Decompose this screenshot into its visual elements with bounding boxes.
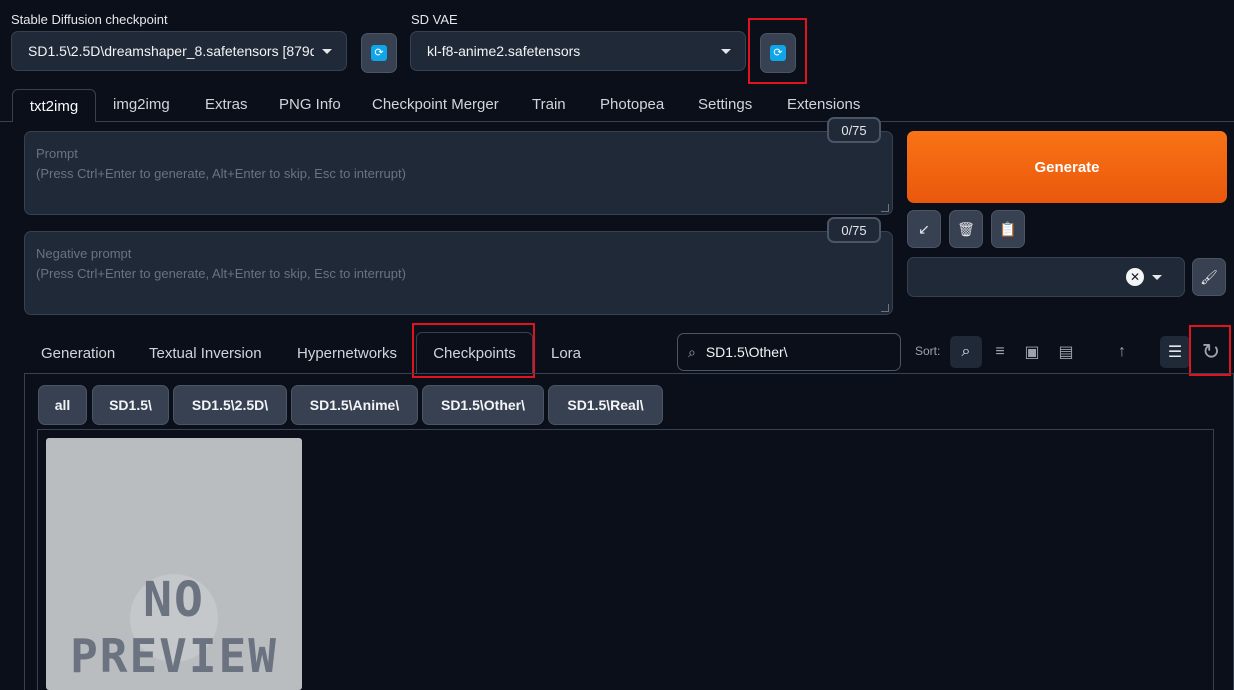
chevron-down-icon — [322, 48, 332, 54]
checkpoint-label: Stable Diffusion checkpoint — [11, 12, 168, 27]
vae-value: kl-f8-anime2.safetensors — [427, 43, 581, 59]
negative-prompt-placeholder-title: Negative prompt — [36, 246, 132, 261]
resize-handle-icon[interactable] — [881, 204, 889, 212]
checkpoint-dropdown[interactable]: SD1.5\2.5D\dreamshaper_8.safetensors [87… — [11, 31, 347, 71]
clipboard-icon: 📋 — [999, 220, 1017, 237]
clear-prompt-button[interactable]: 🗑 — [949, 210, 983, 248]
brush-icon: 🖌 — [1200, 268, 1218, 285]
chevron-down-icon — [721, 48, 731, 54]
vae-label: SD VAE — [411, 12, 458, 27]
tab-photopea[interactable]: Photopea — [600, 96, 664, 113]
checkpoint-value: SD1.5\2.5D\dreamshaper_8.safetensors [87… — [28, 43, 314, 59]
prompt-placeholder-hint: (Press Ctrl+Enter to generate, Alt+Enter… — [36, 166, 406, 181]
filter-sd15-2.5d-button[interactable]: SD1.5\2.5D\ — [173, 385, 287, 425]
filter-all-button[interactable]: all — [38, 385, 87, 425]
tab-settings[interactable]: Settings — [698, 96, 752, 113]
sort-label: Sort: — [915, 344, 941, 358]
refresh-icon[interactable]: ↻ — [1196, 336, 1226, 368]
apply-style-button[interactable]: 📋 — [991, 210, 1025, 248]
read-params-button[interactable]: ↙ — [907, 210, 941, 248]
tab-checkpoint-merger[interactable]: Checkpoint Merger — [372, 96, 499, 113]
chevron-down-icon — [1152, 274, 1162, 280]
tree-view-icon[interactable]: ☰ — [1160, 336, 1190, 368]
tab-textual-inversion[interactable]: Textual Inversion — [149, 345, 262, 362]
tab-png-info[interactable]: PNG Info — [279, 96, 341, 113]
tab-generation[interactable]: Generation — [41, 345, 115, 362]
prompt-textarea[interactable]: Prompt (Press Ctrl+Enter to generate, Al… — [24, 131, 893, 215]
sort-by-name-icon[interactable]: ≡ — [986, 336, 1014, 368]
search-icon: ⌕ — [688, 343, 696, 360]
filter-sd15-anime-button[interactable]: SD1.5\Anime\ — [291, 385, 418, 425]
filter-sd15-other-button[interactable]: SD1.5\Other\ — [422, 385, 544, 425]
prompt-placeholder-title: Prompt — [36, 146, 78, 161]
styles-dropdown[interactable]: ✕ — [907, 257, 1185, 297]
search-input[interactable]: ⌕ SD1.5\Other\ — [677, 333, 901, 371]
filter-sd15-button[interactable]: SD1.5\ — [92, 385, 169, 425]
tab-lora[interactable]: Lora — [551, 345, 581, 362]
checkpoint-refresh-button[interactable]: ⟳ — [361, 33, 397, 73]
filter-sd15-real-button[interactable]: SD1.5\Real\ — [548, 385, 663, 425]
tab-txt2img[interactable]: txt2img — [12, 89, 96, 122]
tab-extras[interactable]: Extras — [205, 96, 248, 113]
prompt-token-counter: 0/75 — [827, 117, 881, 143]
tab-extensions[interactable]: Extensions — [787, 96, 860, 113]
clear-icon[interactable]: ✕ — [1126, 268, 1144, 286]
refresh-icon: ⟳ — [770, 45, 786, 61]
refresh-icon: ⟳ — [371, 45, 387, 61]
arrow-icon: ↙ — [918, 220, 930, 237]
sort-by-path-icon[interactable]: ⌕ — [950, 336, 982, 368]
highlight-box — [412, 323, 535, 378]
tab-hypernetworks[interactable]: Hypernetworks — [297, 345, 397, 362]
tab-img2img[interactable]: img2img — [113, 96, 170, 113]
resize-handle-icon[interactable] — [881, 304, 889, 312]
vae-refresh-button[interactable]: ⟳ — [760, 33, 796, 73]
tab-train[interactable]: Train — [532, 96, 566, 113]
search-value: SD1.5\Other\ — [705, 344, 788, 360]
tabs-divider — [0, 121, 1234, 122]
negative-prompt-textarea[interactable]: Negative prompt (Press Ctrl+Enter to gen… — [24, 231, 893, 315]
no-preview-line2: PREVIEW — [70, 629, 278, 683]
negative-prompt-placeholder-hint: (Press Ctrl+Enter to generate, Alt+Enter… — [36, 266, 406, 281]
trash-icon: 🗑 — [957, 220, 975, 237]
sort-by-date-modified-icon[interactable]: ▤ — [1052, 336, 1080, 368]
negative-prompt-token-counter: 0/75 — [827, 217, 881, 243]
sort-by-date-created-icon[interactable]: ▣ — [1018, 336, 1046, 368]
sort-order-icon[interactable]: ↑ — [1108, 336, 1136, 368]
no-preview-line1: NO — [143, 572, 205, 628]
model-card[interactable]: NO PREVIEW — [46, 438, 302, 690]
vae-dropdown[interactable]: kl-f8-anime2.safetensors — [410, 31, 746, 71]
generate-button[interactable]: Generate — [907, 131, 1227, 203]
edit-styles-button[interactable]: 🖌 — [1192, 258, 1226, 296]
